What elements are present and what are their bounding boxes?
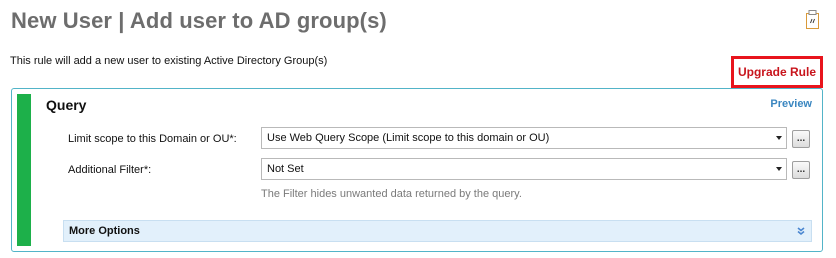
rule-editor: New User | Add user to AD group(s) This … bbox=[0, 0, 836, 258]
upgrade-rule-button[interactable]: Upgrade Rule bbox=[731, 56, 823, 88]
page-title: New User | Add user to AD group(s) bbox=[11, 8, 387, 33]
document-edit-icon[interactable] bbox=[806, 10, 819, 29]
filter-field-label: Additional Filter*: bbox=[68, 164, 152, 176]
dropdown-arrow-icon bbox=[776, 167, 782, 171]
rule-description: This rule will add a new user to existin… bbox=[10, 55, 328, 67]
query-section-title: Query bbox=[46, 97, 87, 113]
filter-select[interactable]: Not Set bbox=[261, 158, 787, 180]
query-panel: Query Preview Limit scope to this Domain… bbox=[11, 88, 823, 252]
scope-select-value: Use Web Query Scope (Limit scope to this… bbox=[267, 132, 550, 144]
chevron-double-down-icon bbox=[797, 227, 805, 236]
section-accent-bar bbox=[17, 94, 31, 246]
preview-link[interactable]: Preview bbox=[770, 98, 812, 110]
dropdown-arrow-icon bbox=[776, 136, 782, 140]
filter-select-value: Not Set bbox=[267, 163, 304, 175]
filter-hint: The Filter hides unwanted data returned … bbox=[261, 188, 522, 200]
scope-select[interactable]: Use Web Query Scope (Limit scope to this… bbox=[261, 127, 787, 149]
scope-field-label: Limit scope to this Domain or OU*: bbox=[68, 133, 237, 145]
more-options-toggle[interactable]: More Options bbox=[63, 220, 812, 242]
more-options-label: More Options bbox=[69, 225, 140, 237]
filter-browse-button[interactable]: ... bbox=[792, 161, 810, 179]
scope-browse-button[interactable]: ... bbox=[792, 130, 810, 148]
